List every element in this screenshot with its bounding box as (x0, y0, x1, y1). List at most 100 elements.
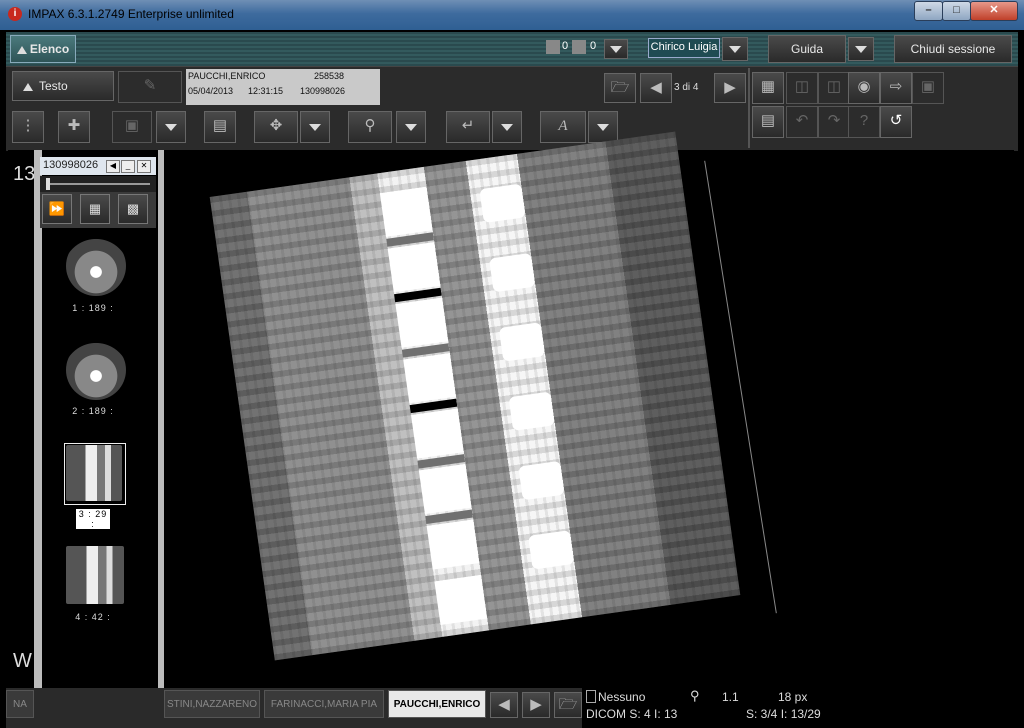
spinous-process (527, 530, 575, 570)
close-button[interactable]: ✕ (970, 1, 1018, 21)
guida-dropdown[interactable] (848, 37, 874, 61)
stack-icon[interactable]: ▤ (204, 111, 236, 143)
spinous-process (498, 322, 546, 362)
pan-dropdown[interactable] (300, 111, 330, 143)
rotate-dropdown[interactable] (492, 111, 522, 143)
next-icon[interactable]: ▶ (714, 73, 746, 103)
patient-name: PAUCCHI,ENRICO (188, 71, 266, 81)
fast-forward-icon[interactable]: ⏩ (42, 194, 72, 224)
vertebra (403, 353, 457, 404)
ct-image[interactable] (209, 131, 741, 661)
series-position: S: 3/4 I: 13/29 (746, 707, 821, 721)
spinous-process (508, 391, 556, 432)
layout-icon (586, 690, 596, 703)
window-title: IMPAX 6.3.1.2749 Enterprise unlimited (28, 7, 234, 21)
grid-icon[interactable]: ▩ (118, 194, 148, 224)
testo-label: Testo (39, 79, 68, 93)
study-time: 12:31:15 (248, 86, 284, 96)
overlay-bottom-left: W (13, 650, 32, 672)
overlay-top-left: 13 (13, 163, 36, 185)
rotate-icon[interactable]: ↵ (446, 111, 490, 143)
alert-icon-2[interactable] (572, 40, 586, 54)
pixel-size: 18 px (778, 690, 808, 704)
patient-id: 258538 (314, 71, 345, 81)
layout-status: Nessuno (598, 690, 646, 704)
vertebra (395, 297, 449, 348)
spinous-process (488, 252, 536, 293)
panel-minimize-icon[interactable]: _ (121, 160, 135, 173)
layout-icon[interactable]: ▦ (752, 72, 784, 104)
patient-tab[interactable]: FARINACCI,MARIA PIA (264, 690, 384, 718)
patient-tab[interactable]: NA (6, 690, 34, 718)
panel-back-icon[interactable]: ◀ (106, 160, 120, 173)
slider-thumb[interactable] (46, 178, 50, 190)
vertebra (434, 574, 488, 625)
series-link-icon[interactable]: ▤ (752, 106, 784, 138)
tabs-folder-icon[interactable]: 🗁 (554, 692, 582, 718)
patient-info: PAUCCHI,ENRICO 258538 05/04/2013 12:31:1… (186, 69, 380, 105)
monitor-icon[interactable]: ◫ (786, 72, 818, 104)
user-dropdown[interactable] (722, 37, 748, 61)
info-icon[interactable]: ⋮ (12, 111, 44, 143)
spinous-process (479, 183, 526, 224)
camera-icon[interactable]: ▣ (112, 111, 152, 143)
toolbar-divider (748, 68, 750, 148)
slider-track (46, 183, 150, 185)
series-thumbnail-3[interactable] (66, 445, 122, 501)
elenco-button[interactable]: Elenco (10, 35, 76, 63)
dicom-info: DICOM S: 4 I: 13 (586, 707, 678, 721)
undo-icon[interactable]: ↶ (786, 106, 818, 138)
study-panel-title: 130998026 (43, 159, 99, 171)
camera-dropdown[interactable] (156, 111, 186, 143)
annotation-dropdown[interactable] (588, 111, 618, 143)
maximize-button[interactable]: □ (942, 1, 971, 21)
series-thumbnail-4[interactable] (66, 546, 124, 604)
series-label-1: 1 : 189 : (72, 303, 114, 313)
folder-icon[interactable]: 🗁 (604, 73, 636, 103)
alert-icon-1[interactable] (546, 40, 560, 54)
zoom-icon[interactable]: ⚲ (348, 111, 392, 143)
minimize-button[interactable]: – (914, 1, 943, 21)
series-label-3: 3 : 29 : (76, 509, 110, 529)
series-slider[interactable] (40, 176, 156, 192)
magnifier-icon: ⚲ (690, 688, 700, 703)
alert-dropdown[interactable] (604, 39, 628, 59)
series-thumbnail-1[interactable] (66, 236, 126, 296)
expand-up-icon (23, 82, 33, 91)
export-icon[interactable]: ⇨ (880, 72, 912, 104)
vertebra (426, 519, 480, 570)
elenco-label: Elenco (29, 42, 70, 56)
series-thumbnail-2[interactable] (66, 340, 126, 400)
guida-button[interactable]: Guida (768, 35, 846, 63)
vertebra (419, 463, 472, 515)
zoom-value: 1.1 (722, 690, 739, 704)
tabs-previous-icon[interactable]: ◀ (490, 692, 518, 718)
vertebra (411, 408, 464, 459)
page-indicator: 3 di 4 (674, 82, 699, 93)
user-name[interactable]: Chirico Luigia (648, 38, 720, 58)
vertebra (380, 186, 433, 237)
chiudi-sessione-button[interactable]: Chiudi sessione (894, 35, 1012, 63)
save-icon[interactable]: ▣ (912, 72, 944, 104)
title-bar: i IMPAX 6.3.1.2749 Enterprise unlimited … (0, 0, 1024, 30)
patient-tab-active[interactable]: PAUCCHI,ENRICO (388, 690, 486, 718)
patient-tab[interactable]: STINI,NAZZARENO (164, 690, 260, 718)
reset-icon[interactable]: ↺ (880, 106, 912, 138)
alert-count-2: 0 (590, 40, 597, 52)
compare-icon[interactable]: ◫ (818, 72, 850, 104)
testo-button[interactable]: Testo (12, 71, 114, 101)
previous-icon[interactable]: ◀ (640, 73, 672, 103)
crosshair-icon[interactable]: ✚ (58, 111, 90, 143)
tabs-next-icon[interactable]: ▶ (522, 692, 550, 718)
zoom-dropdown[interactable] (396, 111, 426, 143)
hierarchy-icon[interactable]: ▦ (80, 194, 110, 224)
report-edit-icon[interactable]: ✎ (118, 71, 182, 103)
pan-icon[interactable]: ✥ (254, 111, 298, 143)
help-icon[interactable]: ? (848, 106, 880, 138)
panel-close-icon[interactable]: ✕ (137, 160, 151, 173)
alert-count-1: 0 (562, 40, 569, 52)
study-panel-header: 130998026 ◀ _ ✕ (40, 157, 156, 175)
annotation-icon[interactable]: A (540, 111, 586, 143)
key-image-icon[interactable]: ◉ (848, 72, 880, 104)
redo-icon[interactable]: ↷ (818, 106, 850, 138)
